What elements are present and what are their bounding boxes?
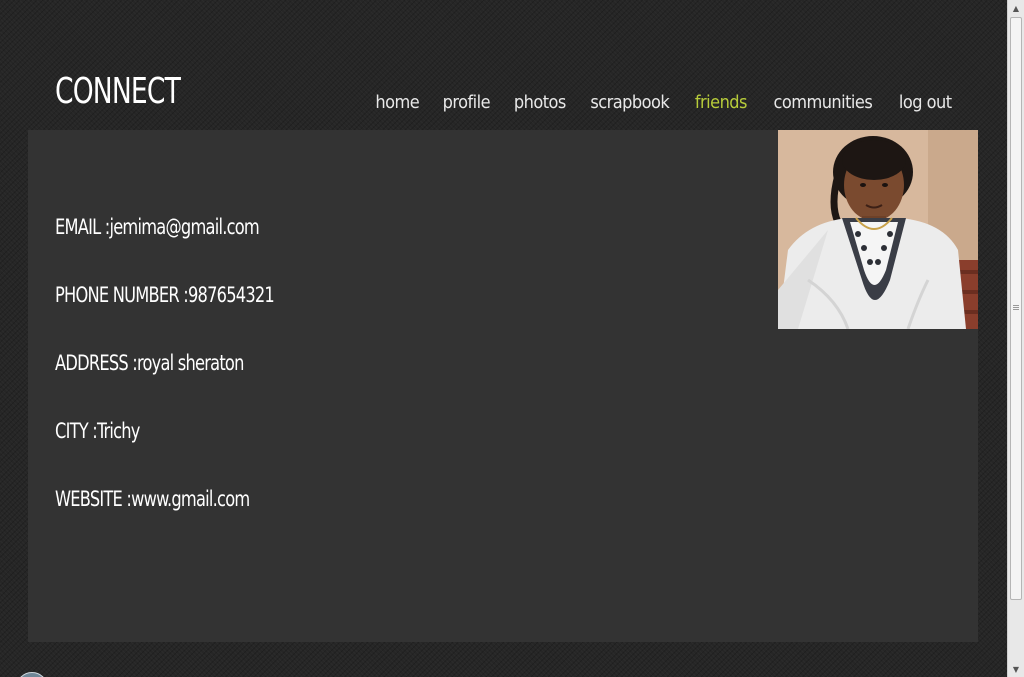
city-text: CITY :Trichy: [55, 419, 140, 443]
profile-photo: [778, 130, 978, 329]
profile-panel: EMAIL :jemima@gmail.com PHONE NUMBER :98…: [28, 130, 978, 642]
nav-log-out[interactable]: log out: [898, 90, 951, 116]
main-nav: home profile photos scrapbook friends co…: [355, 90, 954, 116]
person-photo-icon: [778, 130, 978, 329]
nav-friends[interactable]: friends: [695, 90, 748, 116]
email-text: EMAIL :jemima@gmail.com: [55, 215, 260, 239]
address-text: ADDRESS :royal sheraton: [55, 351, 244, 375]
phone-text: PHONE NUMBER :987654321: [55, 283, 275, 307]
vertical-scrollbar[interactable]: ▲ ▼: [1007, 0, 1024, 677]
nav-scrapbook[interactable]: scrapbook: [591, 90, 670, 116]
grip-icon: [1013, 305, 1019, 311]
nav-photos[interactable]: photos: [514, 90, 566, 116]
corner-badge-icon: [16, 672, 48, 677]
site-logo[interactable]: CONNECT: [55, 70, 181, 114]
nav-communities[interactable]: communities: [773, 90, 872, 116]
profile-info: EMAIL :jemima@gmail.com PHONE NUMBER :98…: [55, 210, 310, 550]
scroll-down-icon[interactable]: ▼: [1008, 661, 1024, 677]
nav-home[interactable]: home: [376, 90, 420, 116]
scroll-thumb[interactable]: [1010, 17, 1022, 600]
nav-profile[interactable]: profile: [443, 90, 491, 116]
website-text: WEBSITE :www.gmail.com: [55, 487, 250, 511]
scroll-up-icon[interactable]: ▲: [1008, 0, 1024, 16]
